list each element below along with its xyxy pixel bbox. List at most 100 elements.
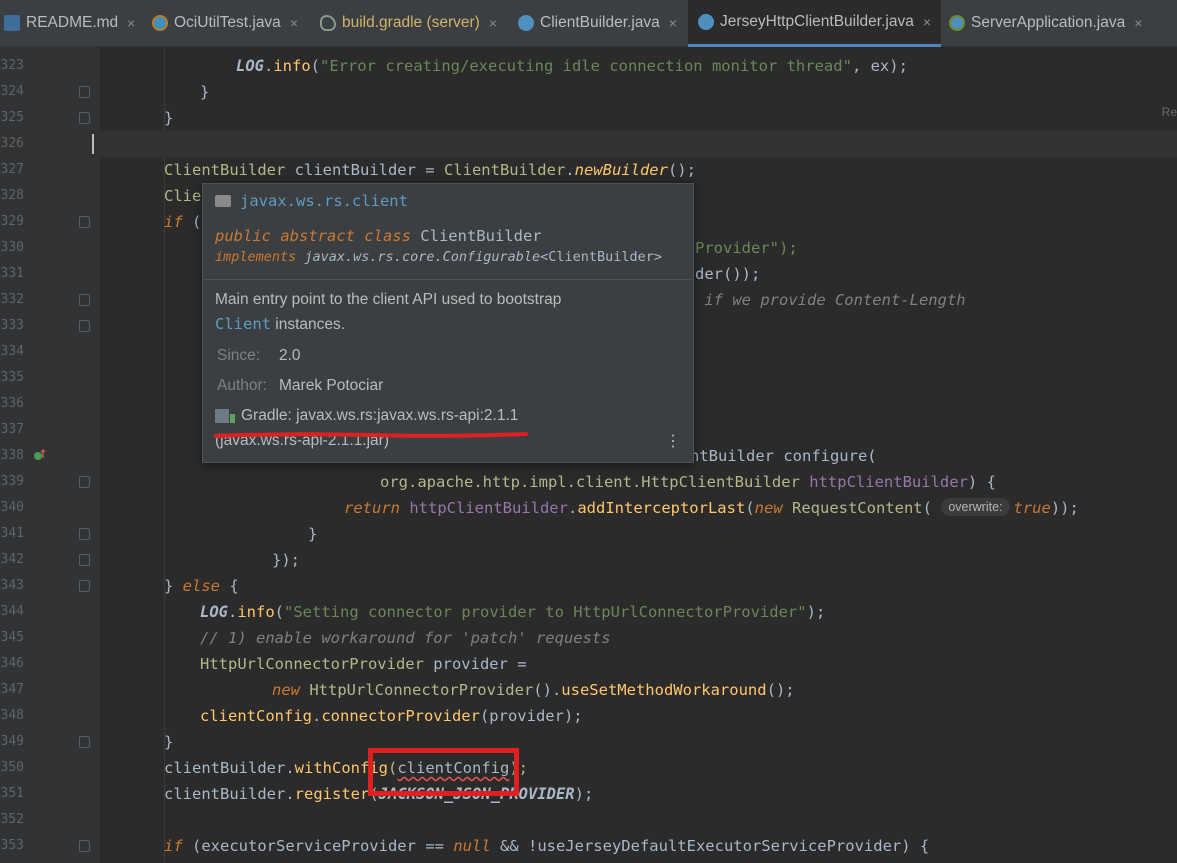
code-token: && !useJerseyDefaultExecutorServiceProvi… (490, 837, 930, 855)
gradle-elephant-icon (320, 15, 336, 31)
tab-label: JerseyHttpClientBuilder.java (720, 13, 914, 30)
code-token: . (311, 707, 322, 725)
line-number: 353 (0, 838, 24, 853)
code-line: 343 } else { (0, 573, 1177, 599)
current-code-line: 326 (0, 131, 1177, 157)
author-label: Author: (217, 377, 267, 394)
line-number: 352 (0, 812, 24, 827)
fold-icon[interactable] (79, 86, 90, 98)
code-line: 339 org.apache.http.impl.client.HttpClie… (0, 469, 1177, 495)
close-icon[interactable]: × (669, 15, 677, 31)
close-icon[interactable]: × (290, 15, 298, 31)
code-token: (executorServiceProvider (182, 837, 426, 855)
close-icon[interactable]: × (923, 14, 931, 30)
fold-icon[interactable] (79, 580, 90, 592)
code-token: org.apache.http.impl.client.HttpClientBu… (380, 473, 800, 491)
code-line: 346 HttpUrlConnectorProvider provider = (0, 651, 1177, 677)
tab-jerseyhttpclientbuilder[interactable]: JerseyHttpClientBuilder.java × (688, 0, 942, 47)
line-number: 336 (0, 396, 24, 411)
quick-documentation-popup[interactable]: javax.ws.rs.client public abstract class… (202, 183, 694, 463)
code-line: 353 if (executorServiceProvider == null … (0, 833, 1177, 859)
tab-readme[interactable]: README.md × (4, 0, 135, 46)
code-line: 327 ClientBuilder clientBuilder = Client… (0, 157, 1177, 183)
code-token: } (200, 83, 210, 101)
code-token: info (237, 603, 275, 621)
tab-label: ClientBuilder.java (540, 14, 660, 31)
tab-label: OciUtilTest.java (174, 14, 281, 31)
generic-type[interactable]: <ClientBuilder> (540, 249, 662, 265)
more-options-icon[interactable]: ⋮ (665, 434, 681, 450)
line-number: 338 (0, 448, 24, 463)
code-token: LOG (236, 57, 264, 75)
code-token: true (1013, 499, 1051, 517)
code-token: { (220, 577, 239, 595)
code-token: der()); (695, 265, 761, 283)
fold-icon[interactable] (79, 840, 90, 852)
tab-serverapplication[interactable]: ServerApplication.java × (949, 0, 1142, 46)
code-token: if we provide Content-Length (695, 291, 966, 309)
fold-icon[interactable] (79, 476, 90, 488)
code-line: 340 return httpClientBuilder.addIntercep… (0, 495, 1177, 521)
code-token: (). (533, 681, 562, 699)
close-icon[interactable]: × (1134, 15, 1142, 31)
desc-text: instances. (271, 316, 346, 333)
line-number: 332 (0, 292, 24, 307)
code-token: . (285, 785, 295, 803)
code-token: )); (1050, 499, 1079, 517)
editor-tab-bar: README.md × OciUtilTest.java × build.gra… (0, 0, 1177, 47)
code-token: register (294, 785, 370, 803)
client-link[interactable]: Client (215, 315, 271, 333)
package-name[interactable]: javax.ws.rs.client (240, 192, 408, 210)
line-number: 331 (0, 266, 24, 281)
code-token: RequestContent (782, 499, 923, 517)
code-token: (); (667, 161, 696, 179)
fold-icon[interactable] (79, 294, 90, 306)
code-line: 323 LOG.info("Error creating/executing i… (0, 53, 1177, 79)
code-token: if (164, 213, 183, 231)
code-token: ClientBuilder (443, 161, 566, 179)
override-method-icon[interactable] (33, 448, 47, 462)
code-line: 325 } (0, 105, 1177, 131)
close-icon[interactable]: × (127, 15, 135, 31)
fold-icon[interactable] (79, 320, 90, 332)
code-token: (); (766, 681, 795, 699)
divider (203, 279, 693, 280)
line-number: 339 (0, 474, 24, 489)
code-token: } (164, 109, 174, 127)
close-icon[interactable]: × (489, 15, 497, 31)
code-line: 349 } (0, 729, 1177, 755)
spring-class-icon (949, 15, 965, 31)
code-token: ) { (967, 473, 996, 491)
line-number: 345 (0, 630, 24, 645)
line-number: 333 (0, 318, 24, 333)
fold-icon[interactable] (79, 528, 90, 540)
author-row: Author: Marek Potociar (217, 377, 383, 395)
line-number: 324 (0, 84, 24, 99)
since-value: 2.0 (279, 347, 301, 364)
gradle-library-row: Gradle: javax.ws.rs:javax.ws.rs-api:2.1.… (215, 407, 518, 425)
code-token: newBuilder (574, 161, 668, 179)
fold-icon[interactable] (79, 554, 90, 566)
code-line: 345 // 1) enable workaround for 'patch' … (0, 625, 1177, 651)
java-test-class-icon (152, 15, 168, 31)
fold-icon[interactable] (79, 216, 90, 228)
interface-name[interactable]: javax.ws.rs.core.Configurable (296, 249, 540, 265)
code-token: } (164, 577, 183, 595)
line-number: 351 (0, 786, 24, 801)
code-token: clientBuilder = (285, 161, 444, 179)
code-token: . (285, 759, 295, 777)
fold-icon[interactable] (79, 112, 90, 124)
tab-label: ServerApplication.java (971, 14, 1126, 31)
code-line: 352 (0, 807, 1177, 833)
tab-build-gradle[interactable]: build.gradle (server) × (320, 0, 497, 46)
doc-description: Main entry point to the client API used … (215, 288, 675, 337)
fold-icon[interactable] (79, 736, 90, 748)
tab-ociutiltest[interactable]: OciUtilTest.java × (152, 0, 298, 46)
popup-package[interactable]: javax.ws.rs.client (215, 192, 408, 210)
code-token: new (754, 499, 783, 517)
tab-clientbuilder[interactable]: ClientBuilder.java × (518, 0, 677, 46)
code-token: else (182, 577, 220, 595)
code-token: httpClientBuilder (799, 473, 968, 491)
code-token: HttpUrlConnectorProvider (200, 655, 424, 673)
code-line: 347 new HttpUrlConnectorProvider().useSe… (0, 677, 1177, 703)
